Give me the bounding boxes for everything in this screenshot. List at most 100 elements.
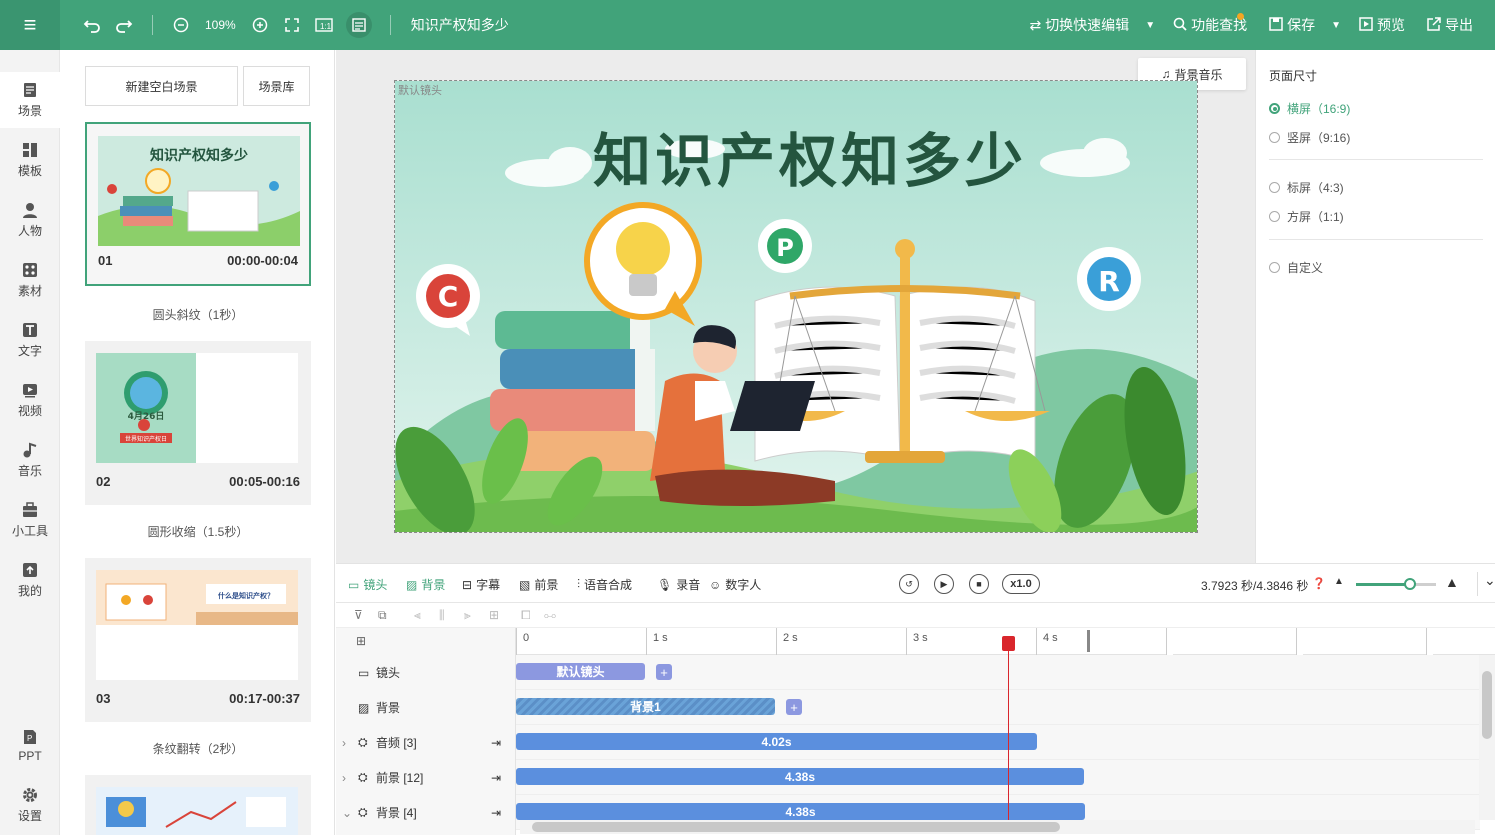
zoom-in-icon[interactable] (250, 15, 270, 35)
enter-icon[interactable]: ⇥ (491, 771, 501, 785)
layers-icon[interactable]: ⧉ (378, 608, 387, 623)
tool-tts[interactable]: ⫶ 语音合成 (577, 576, 632, 593)
toolbox-icon (21, 501, 39, 519)
scene-card[interactable]: 知识产权知多少 01 00:00-00:04 (85, 122, 311, 286)
tool-background[interactable]: ▨ 背景 (406, 576, 445, 593)
scene-transition[interactable]: 圆形收缩（1.5秒） (85, 523, 311, 540)
scene-transition[interactable]: 条纹翻转（2秒） (85, 740, 311, 757)
collapse-icon[interactable]: ⌄ (1477, 572, 1495, 596)
stage-canvas[interactable]: 知识产权知多少 C P R (394, 80, 1198, 533)
tool-record[interactable]: 🎙 录音 (657, 576, 700, 593)
tool-label: 前景 (534, 578, 559, 592)
track-background[interactable]: ▨ 背景 (336, 690, 516, 725)
canvas-title[interactable]: 知识产权知多少 (593, 127, 1027, 195)
audio-clip[interactable]: 4.02s (516, 733, 1037, 750)
scene-library-button[interactable]: 场景库 (243, 66, 310, 106)
background-group-clip[interactable]: 4.38s (516, 803, 1085, 820)
copyright-badge: C (438, 280, 459, 313)
nav-item-person[interactable]: 人物 (0, 192, 60, 248)
chevron-right-icon[interactable]: › (342, 771, 358, 785)
chevron-down-icon[interactable]: ⌄ (342, 806, 358, 820)
zoom-out-icon[interactable] (171, 15, 191, 35)
nav-item-scene[interactable]: 场景 (0, 72, 60, 128)
switch-quick-edit-button[interactable]: ⇄ 切换快速编辑 (1029, 15, 1129, 35)
nav-item-ppt[interactable]: P PPT (0, 717, 60, 773)
chevron-down-icon[interactable]: ▼ (1331, 20, 1341, 31)
play-icon[interactable]: ▶ (934, 574, 954, 594)
tool-foreground[interactable]: ▧ 前景 (519, 576, 558, 593)
slider-knob[interactable] (1403, 578, 1416, 590)
enter-icon[interactable]: ⇥ (491, 736, 501, 750)
tool-lens[interactable]: ▭ 镜头 (348, 576, 387, 593)
scene-icon (21, 81, 39, 99)
radio-standard[interactable]: 标屏（4:3) (1269, 179, 1344, 196)
stop-icon[interactable]: ■ (969, 574, 989, 594)
enter-icon[interactable]: ⇥ (491, 806, 501, 820)
nav-item-video[interactable]: 视频 (0, 372, 60, 428)
undo-icon[interactable] (82, 15, 102, 35)
scroll-thumb[interactable] (1482, 671, 1492, 739)
radio-portrait[interactable]: 竖屏（9:16) (1269, 129, 1350, 146)
lens-clip[interactable]: 默认镜头 (516, 663, 645, 680)
track-background-group[interactable]: ⌄ ⛭ 背景 [4] ⇥ (336, 795, 516, 830)
track-audio[interactable]: › ⛭ 音频 [3] ⇥ (336, 725, 516, 760)
nav-item-settings[interactable]: 设置 (0, 777, 60, 833)
scene-card[interactable] (85, 775, 311, 835)
help-icon[interactable]: ❓ (1312, 577, 1326, 590)
nav-item-mine[interactable]: 我的 (0, 552, 60, 608)
playhead-handle[interactable] (1002, 636, 1015, 651)
timeline-horizontal-scrollbar[interactable] (520, 820, 1475, 834)
distribute-icon[interactable]: ⊞ (489, 608, 499, 622)
align-center-icon[interactable]: ⫼ (439, 608, 445, 623)
notes-icon[interactable] (345, 12, 372, 38)
gear-icon (21, 786, 39, 804)
tool-subtitle[interactable]: ⊟ 字幕 (462, 576, 500, 593)
export-button[interactable]: 导出 (1427, 15, 1473, 35)
playback-speed[interactable]: x1.0 (1002, 574, 1040, 594)
tool-digital-human[interactable]: ☺ 数字人 (709, 576, 761, 593)
nav-item-template[interactable]: 模板 (0, 132, 60, 188)
nav-item-toolbox[interactable]: 小工具 (0, 492, 60, 548)
track-foreground[interactable]: › ⛭ 前景 [12] ⇥ (336, 760, 516, 795)
scene-transition[interactable]: 圆头斜纹（1秒） (85, 306, 311, 323)
function-search-button[interactable]: 功能查找 (1173, 15, 1247, 35)
redo-icon[interactable] (114, 15, 134, 35)
timeline-vertical-scrollbar[interactable] (1479, 655, 1495, 820)
scroll-thumb[interactable] (532, 822, 1060, 832)
zoom-out-timeline-icon[interactable]: ▲ (1334, 576, 1344, 587)
track-label: 背景 (376, 701, 401, 715)
ungroup-icon[interactable]: ⧟ (544, 608, 556, 623)
add-lens-button[interactable]: + (656, 664, 672, 680)
filter-icon[interactable]: ⊽ (354, 608, 363, 622)
actual-size-icon[interactable]: 1:1 (314, 15, 334, 35)
scene-index: 01 (98, 253, 113, 268)
radio-landscape[interactable]: 横屏（16:9) (1269, 100, 1350, 117)
fullscreen-icon[interactable] (282, 15, 302, 35)
zoom-in-timeline-icon[interactable]: ▲ (1445, 574, 1459, 590)
foreground-clip[interactable]: 4.38s (516, 768, 1084, 785)
preview-button[interactable]: 预览 (1359, 15, 1405, 35)
nav-item-text[interactable]: 文字 (0, 312, 60, 368)
nav-item-material[interactable]: 素材 (0, 252, 60, 308)
scene-card[interactable]: 什么是知识产权？ 03 00:17-00:37 (85, 558, 311, 722)
scene-card[interactable]: 4月26日 世界知识产权日 02 00:05-00:16 (85, 341, 311, 505)
add-background-button[interactable]: + (786, 699, 802, 715)
nav-item-music[interactable]: 音乐 (0, 432, 60, 488)
align-left-icon[interactable]: ⫷ (414, 608, 421, 623)
radio-custom[interactable]: 自定义 (1269, 259, 1323, 276)
grid-icon[interactable]: ⊞ (356, 634, 366, 648)
menu-icon[interactable]: ≡ (0, 0, 60, 50)
background-clip[interactable]: 背景1 (516, 698, 775, 715)
track-lens[interactable]: ▭ 镜头 (336, 655, 516, 690)
new-blank-scene-button[interactable]: 新建空白场景 (85, 66, 238, 106)
document-title[interactable]: 知识产权知多少 (411, 15, 509, 35)
chevron-right-icon[interactable]: › (342, 736, 358, 750)
replay-icon[interactable]: ↺ (899, 574, 919, 594)
timeline-zoom-slider[interactable] (1356, 578, 1436, 590)
align-right-icon[interactable]: ⫸ (464, 608, 471, 623)
chevron-down-icon[interactable]: ▼ (1145, 20, 1155, 31)
preview-icon (1359, 16, 1373, 34)
save-button[interactable]: 保存 (1269, 15, 1315, 35)
radio-square[interactable]: 方屏（1:1) (1269, 208, 1344, 225)
group-icon[interactable]: ⧠ (521, 608, 531, 623)
